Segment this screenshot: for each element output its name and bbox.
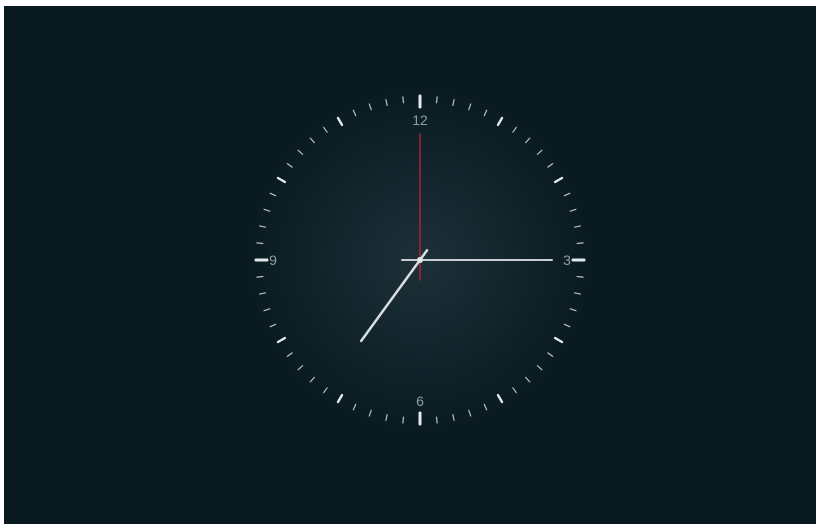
numeral-9: 9 — [269, 252, 277, 268]
minor-tick — [435, 96, 438, 104]
minor-tick — [576, 242, 584, 245]
numeral-3: 3 — [563, 252, 571, 268]
minor-tick — [435, 416, 438, 424]
center-pin — [417, 257, 423, 263]
minor-tick — [402, 96, 405, 104]
numeral-6: 6 — [416, 393, 424, 409]
minor-tick — [402, 416, 405, 424]
minor-tick — [576, 275, 584, 278]
minor-tick — [256, 242, 264, 245]
numeral-12: 12 — [412, 112, 428, 128]
minor-tick — [256, 275, 264, 278]
clock-window: 12 3 6 9 — [4, 6, 816, 524]
analog-clock: 12 3 6 9 — [240, 80, 600, 440]
